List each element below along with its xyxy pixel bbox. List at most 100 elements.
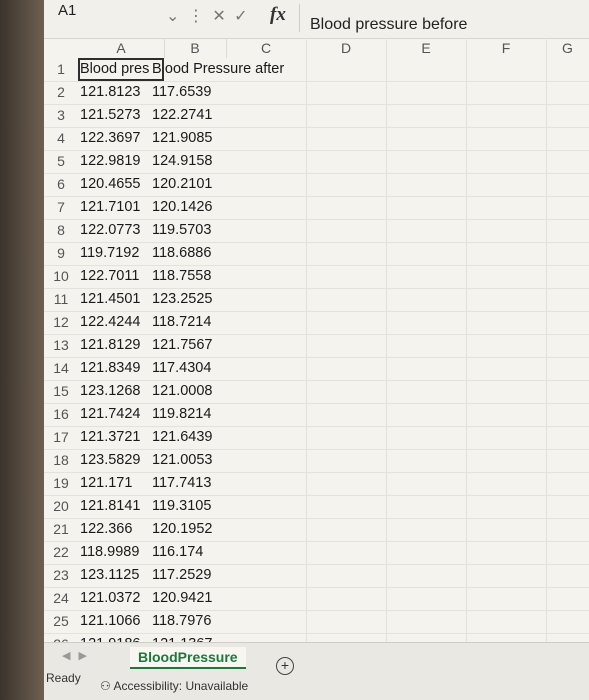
cell-a[interactable]: 121.7424 (80, 406, 140, 422)
column-header-d[interactable]: D (306, 38, 387, 58)
cell-a[interactable]: 121.8123 (80, 84, 140, 100)
column-header-g[interactable]: G (546, 38, 589, 58)
cell-b[interactable]: 118.7976 (152, 613, 211, 629)
add-sheet-button[interactable]: + (276, 657, 294, 675)
cell-b[interactable]: 119.8214 (152, 406, 211, 422)
cell-b[interactable]: 120.9421 (152, 590, 212, 606)
row-number[interactable]: 12 (48, 314, 74, 330)
table-row: 2 121.8123 117.6539 (44, 81, 589, 105)
cell-b[interactable]: 117.4304 (152, 360, 211, 376)
cell-a[interactable]: 121.171 (80, 475, 132, 491)
row-number[interactable]: 24 (48, 590, 74, 606)
column-header-f[interactable]: F (466, 38, 547, 58)
row-number[interactable]: 2 (48, 84, 74, 100)
cell-a[interactable]: 122.7011 (80, 268, 139, 284)
column-header-b[interactable]: B (164, 38, 227, 58)
cell-b[interactable]: 121.0053 (152, 452, 212, 468)
cell-a[interactable]: 119.7192 (80, 245, 139, 261)
row-number[interactable]: 21 (48, 521, 74, 537)
cell-a[interactable]: 121.1066 (80, 613, 140, 629)
row-number[interactable]: 23 (48, 567, 74, 583)
cell-a[interactable]: 121.0372 (80, 590, 140, 606)
row-number[interactable]: 13 (48, 337, 74, 353)
column-header-a[interactable]: A (78, 38, 165, 58)
cell-b[interactable]: 118.7214 (152, 314, 211, 330)
cell-a[interactable]: 121.8141 (80, 498, 140, 514)
row-number[interactable]: 5 (48, 153, 74, 169)
row-number[interactable]: 11 (48, 291, 74, 307)
cell-a[interactable]: 118.9989 (80, 544, 139, 560)
formula-input[interactable]: Blood pressure before (310, 16, 467, 34)
chevron-down-icon[interactable]: ⌄ (166, 8, 181, 25)
table-row: 15 123.1268 121.0008 (44, 380, 589, 404)
cell-a[interactable]: 121.8129 (80, 337, 140, 353)
row-number[interactable]: 19 (48, 475, 74, 491)
cell-a[interactable]: 123.5829 (80, 452, 140, 468)
cell-b[interactable]: 119.5703 (152, 222, 211, 238)
cell-b[interactable]: 121.6439 (152, 429, 212, 445)
cell-a[interactable]: 122.0773 (80, 222, 140, 238)
cell-b[interactable]: 123.2525 (152, 291, 212, 307)
more-options-icon[interactable]: ⋮ (188, 8, 206, 25)
row-number[interactable]: 25 (48, 613, 74, 629)
chevron-right-icon[interactable]: ▶ (78, 650, 94, 662)
spreadsheet-window: A1 ⌄ ⋮ ✕ ✓ fx Blood pressure before A B … (44, 0, 589, 700)
row-number[interactable]: 6 (48, 176, 74, 192)
sheet-nav-arrows: ◀▶ (62, 649, 95, 662)
cell-a[interactable]: 120.4655 (80, 176, 140, 192)
row-number[interactable]: 8 (48, 222, 74, 238)
row-number[interactable]: 4 (48, 130, 74, 146)
sheet-tab-bloodpressure[interactable]: BloodPressure (130, 647, 246, 669)
cell-a[interactable]: 122.4244 (80, 314, 140, 330)
cell-a[interactable]: 122.9819 (80, 153, 140, 169)
cell-a[interactable]: 121.4501 (80, 291, 140, 307)
cancel-icon[interactable]: ✕ (212, 8, 227, 25)
row-number[interactable]: 1 (48, 61, 74, 77)
function-icon[interactable]: fx (270, 4, 286, 26)
row-number[interactable]: 3 (48, 107, 74, 123)
accessibility-status[interactable]: ⚇ Accessibility: Unavailable (100, 679, 248, 693)
table-row: 8 122.0773 119.5703 (44, 219, 589, 243)
cell-a[interactable]: 123.1125 (80, 567, 139, 583)
cell-b[interactable]: 117.7413 (152, 475, 211, 491)
cell-b[interactable]: 120.2101 (152, 176, 212, 192)
cell-a[interactable]: 122.3697 (80, 130, 140, 146)
cell-a[interactable]: 123.1268 (80, 383, 140, 399)
cell-b[interactable]: 118.6886 (152, 245, 211, 261)
column-header-c[interactable]: C (226, 38, 307, 58)
cell-b[interactable]: 117.2529 (152, 567, 211, 583)
cell-b[interactable]: 122.2741 (152, 107, 212, 123)
column-header-e[interactable]: E (386, 38, 467, 58)
name-box[interactable]: A1 (58, 2, 76, 19)
cell-a[interactable]: 122.366 (80, 521, 132, 537)
row-number[interactable]: 10 (48, 268, 74, 284)
row-number[interactable]: 16 (48, 406, 74, 422)
cell-b[interactable]: 124.9158 (152, 153, 212, 169)
row-number[interactable]: 18 (48, 452, 74, 468)
confirm-icon[interactable]: ✓ (234, 8, 249, 25)
cell-b[interactable]: 121.0008 (152, 383, 212, 399)
row-number[interactable]: 15 (48, 383, 74, 399)
row-number[interactable]: 7 (48, 199, 74, 215)
cell-a[interactable]: 121.5273 (80, 107, 140, 123)
cell-a[interactable]: 121.8349 (80, 360, 140, 376)
cell-b[interactable]: 116.174 (152, 544, 203, 560)
row-number[interactable]: 9 (48, 245, 74, 261)
table-row: 22 118.9989 116.174 (44, 541, 589, 565)
cell-b[interactable]: 118.7558 (152, 268, 211, 284)
row-number[interactable]: 22 (48, 544, 74, 560)
cell-a[interactable]: 121.3721 (80, 429, 140, 445)
cell-a[interactable]: 121.7101 (80, 199, 140, 215)
chevron-left-icon[interactable]: ◀ (62, 650, 78, 662)
row-number[interactable]: 17 (48, 429, 74, 445)
cell-b[interactable]: 120.1426 (152, 199, 212, 215)
cell-b[interactable]: 120.1952 (152, 521, 212, 537)
cell-b[interactable]: 119.3105 (152, 498, 211, 514)
column-headers: A B C D E F G (44, 38, 589, 58)
cell-b[interactable]: 121.7567 (152, 337, 212, 353)
row-number[interactable]: 14 (48, 360, 74, 376)
cell-b[interactable]: 117.6539 (152, 84, 211, 100)
cell-b[interactable]: Blood Pressure after (152, 61, 284, 77)
cell-b[interactable]: 121.9085 (152, 130, 212, 146)
row-number[interactable]: 20 (48, 498, 74, 514)
